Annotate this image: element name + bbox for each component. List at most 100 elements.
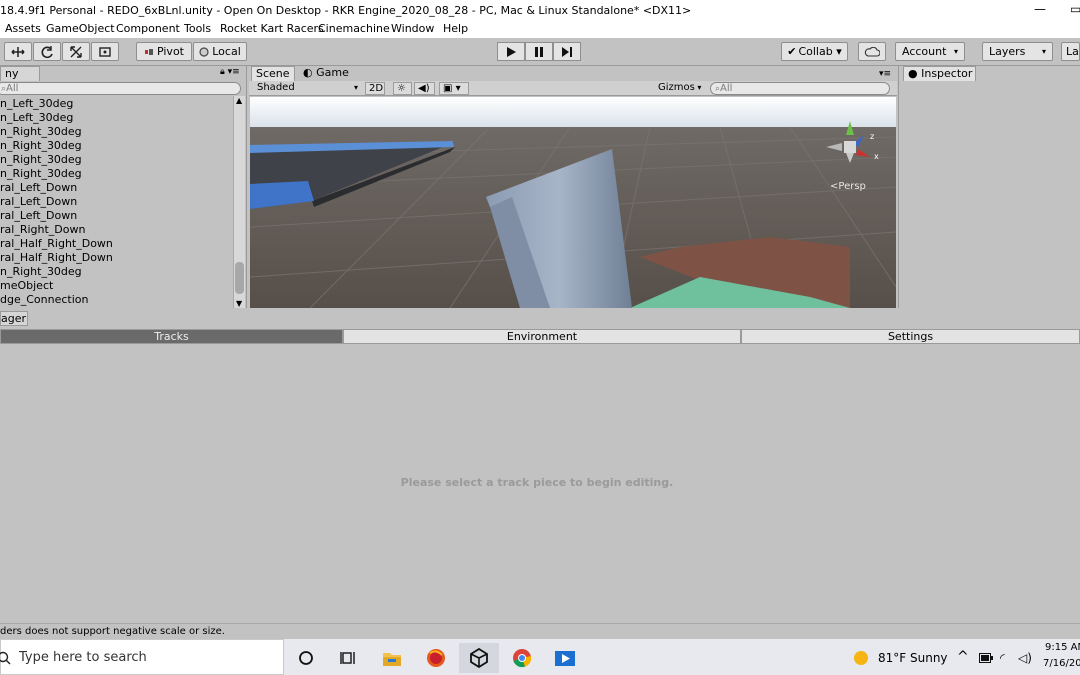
move-tool-button[interactable] (4, 42, 32, 61)
restore-button[interactable]: ▭ (1070, 2, 1080, 16)
menu-tools[interactable]: Tools (184, 22, 211, 35)
menu-gameobject[interactable]: GameObject (46, 22, 115, 35)
list-item[interactable]: ral_Left_Down (0, 195, 77, 209)
menu-bar: Assets GameObject Component Tools Rocket… (0, 20, 1080, 38)
minimize-button[interactable]: — (1034, 2, 1046, 16)
menu-rocket-kart-racers[interactable]: Rocket Kart Racers (220, 22, 324, 35)
tab-settings[interactable]: Settings (741, 329, 1080, 344)
rect-tool-button[interactable] (91, 42, 119, 61)
menu-window[interactable]: Window (391, 22, 434, 35)
list-item[interactable]: n_Right_30deg (0, 265, 82, 279)
collab-button[interactable]: ✔ Collab ▾ (781, 42, 848, 61)
wifi-icon[interactable]: ◜ (1000, 651, 1005, 665)
cloud-icon (864, 46, 880, 57)
persp-label[interactable]: <Persp (830, 181, 866, 192)
gizmos-dropdown[interactable]: Gizmos ▾ (655, 82, 703, 95)
volume-icon[interactable]: ◁) (1018, 651, 1032, 665)
hierarchy-panel: ny 🔒︎ ▾≡ ⌕All n_Left_30deg n_Left_30deg … (0, 66, 247, 308)
cloud-button[interactable] (858, 42, 886, 61)
firefox-button[interactable] (416, 643, 456, 673)
lock-icon[interactable]: 🔒︎ ▾≡ (220, 67, 240, 77)
audio-toggle[interactable]: ◀︎) (414, 82, 435, 95)
scrollbar-thumb[interactable] (235, 262, 244, 294)
play-icon (507, 46, 516, 57)
menu-help[interactable]: Help (443, 22, 468, 35)
scene-toolbar: Shaded ▾ 2D ☼ ◀︎) ▣ ▾ Gizmos ▾ ⌕All (249, 81, 897, 96)
list-item[interactable]: n_Right_30deg (0, 139, 82, 153)
scale-tool-button[interactable] (62, 42, 90, 61)
local-toggle[interactable]: Local (193, 42, 247, 61)
weather-text[interactable]: 81°F Sunny (878, 651, 948, 665)
media-app-button[interactable] (545, 643, 585, 673)
tab-game[interactable]: ◐ Game (299, 66, 353, 81)
tab-inspector[interactable]: ● Inspector (903, 66, 976, 81)
list-item[interactable]: n_Right_30deg (0, 167, 82, 181)
file-explorer-button[interactable] (372, 643, 412, 673)
list-item[interactable]: n_Right_30deg (0, 153, 82, 167)
list-item[interactable]: ral_Left_Down (0, 209, 77, 223)
taskbar-search[interactable]: Type here to search (0, 639, 284, 675)
chevron-down-icon: ▾ (694, 83, 702, 92)
speaker-icon: ◀︎) (418, 83, 430, 94)
scene-viewport[interactable]: z x <Persp (250, 97, 896, 308)
track-manager-tab[interactable]: ager (0, 311, 28, 326)
2d-toggle[interactable]: 2D (365, 82, 385, 95)
shading-dropdown[interactable]: Shaded ▾ (254, 82, 358, 95)
pivot-toggle[interactable]: Pivot (136, 42, 192, 61)
tab-scene[interactable]: Scene (251, 66, 295, 81)
tab-tracks[interactable]: Tracks (0, 329, 343, 344)
clock-time[interactable]: 9:15 AM (1045, 642, 1080, 653)
scroll-down-icon[interactable]: ▼ (236, 299, 242, 308)
chrome-button[interactable] (502, 643, 542, 673)
hierarchy-search-placeholder: All (6, 83, 19, 94)
task-view-icon (340, 652, 355, 664)
chevron-up-icon[interactable]: ^ (957, 649, 969, 665)
list-item[interactable]: ral_Right_Down (0, 223, 85, 237)
list-item[interactable]: dge_Connection (0, 293, 88, 307)
list-item[interactable]: n_Left_30deg (0, 111, 73, 125)
list-item[interactable]: ral_Half_Right_Down (0, 251, 113, 265)
lighting-toggle[interactable]: ☼ (393, 82, 412, 95)
list-item[interactable]: meObject (0, 279, 53, 293)
battery-icon[interactable] (979, 653, 993, 663)
scene-panel: Scene ◐ Game ▾≡ Shaded ▾ 2D ☼ ◀︎) ▣ ▾ Gi… (249, 66, 897, 308)
hierarchy-tab[interactable]: ny (0, 66, 40, 81)
list-item[interactable]: n_Right_30deg (0, 125, 82, 139)
list-item[interactable]: ral_Half_Right_Down (0, 237, 113, 251)
main-toolbar: Pivot Local ✔ Collab ▾ Account ▾ Layers … (0, 38, 1080, 66)
local-icon (199, 46, 209, 57)
cortana-button[interactable] (286, 643, 326, 673)
play-button[interactable] (497, 42, 525, 61)
clock-date[interactable]: 7/16/202 (1043, 658, 1080, 669)
task-view-button[interactable] (328, 643, 368, 673)
account-dropdown[interactable]: Account ▾ (895, 42, 965, 61)
pivot-icon (144, 48, 153, 55)
scene-render[interactable]: z x <Persp (250, 97, 896, 308)
panel-menu-icon[interactable]: ▾≡ (879, 69, 891, 79)
persp-arrow-icon: < (830, 181, 838, 192)
step-button[interactable] (553, 42, 581, 61)
rotate-tool-icon (41, 45, 53, 58)
pause-button[interactable] (525, 42, 553, 61)
list-item[interactable]: ral_Left_Down (0, 181, 77, 195)
scene-search-input[interactable]: ⌕All (710, 82, 890, 95)
status-bar[interactable]: ders does not support negative scale or … (0, 623, 1080, 639)
hierarchy-search-input[interactable]: ⌕All (0, 82, 241, 95)
layers-dropdown[interactable]: Layers ▾ (982, 42, 1053, 61)
scroll-up-icon[interactable]: ▲ (236, 96, 242, 105)
menu-assets[interactable]: Assets (5, 22, 41, 35)
layout-dropdown[interactable]: La (1061, 42, 1080, 61)
menu-component[interactable]: Component (116, 22, 180, 35)
tab-environment[interactable]: Environment (343, 329, 741, 344)
media-player-icon (555, 651, 575, 666)
info-icon: ● (908, 67, 922, 80)
pivot-label: Pivot (156, 45, 184, 58)
unity-button[interactable] (459, 643, 499, 673)
sun-icon: ☼ (397, 83, 406, 94)
shading-label: Shaded (257, 82, 295, 93)
list-item[interactable]: n_Left_30deg (0, 97, 73, 111)
effects-dropdown[interactable]: ▣ ▾ (439, 82, 469, 95)
chevron-down-icon: ▾ (953, 47, 958, 56)
menu-cinemachine[interactable]: Cinemachine (318, 22, 390, 35)
rotate-tool-button[interactable] (33, 42, 61, 61)
